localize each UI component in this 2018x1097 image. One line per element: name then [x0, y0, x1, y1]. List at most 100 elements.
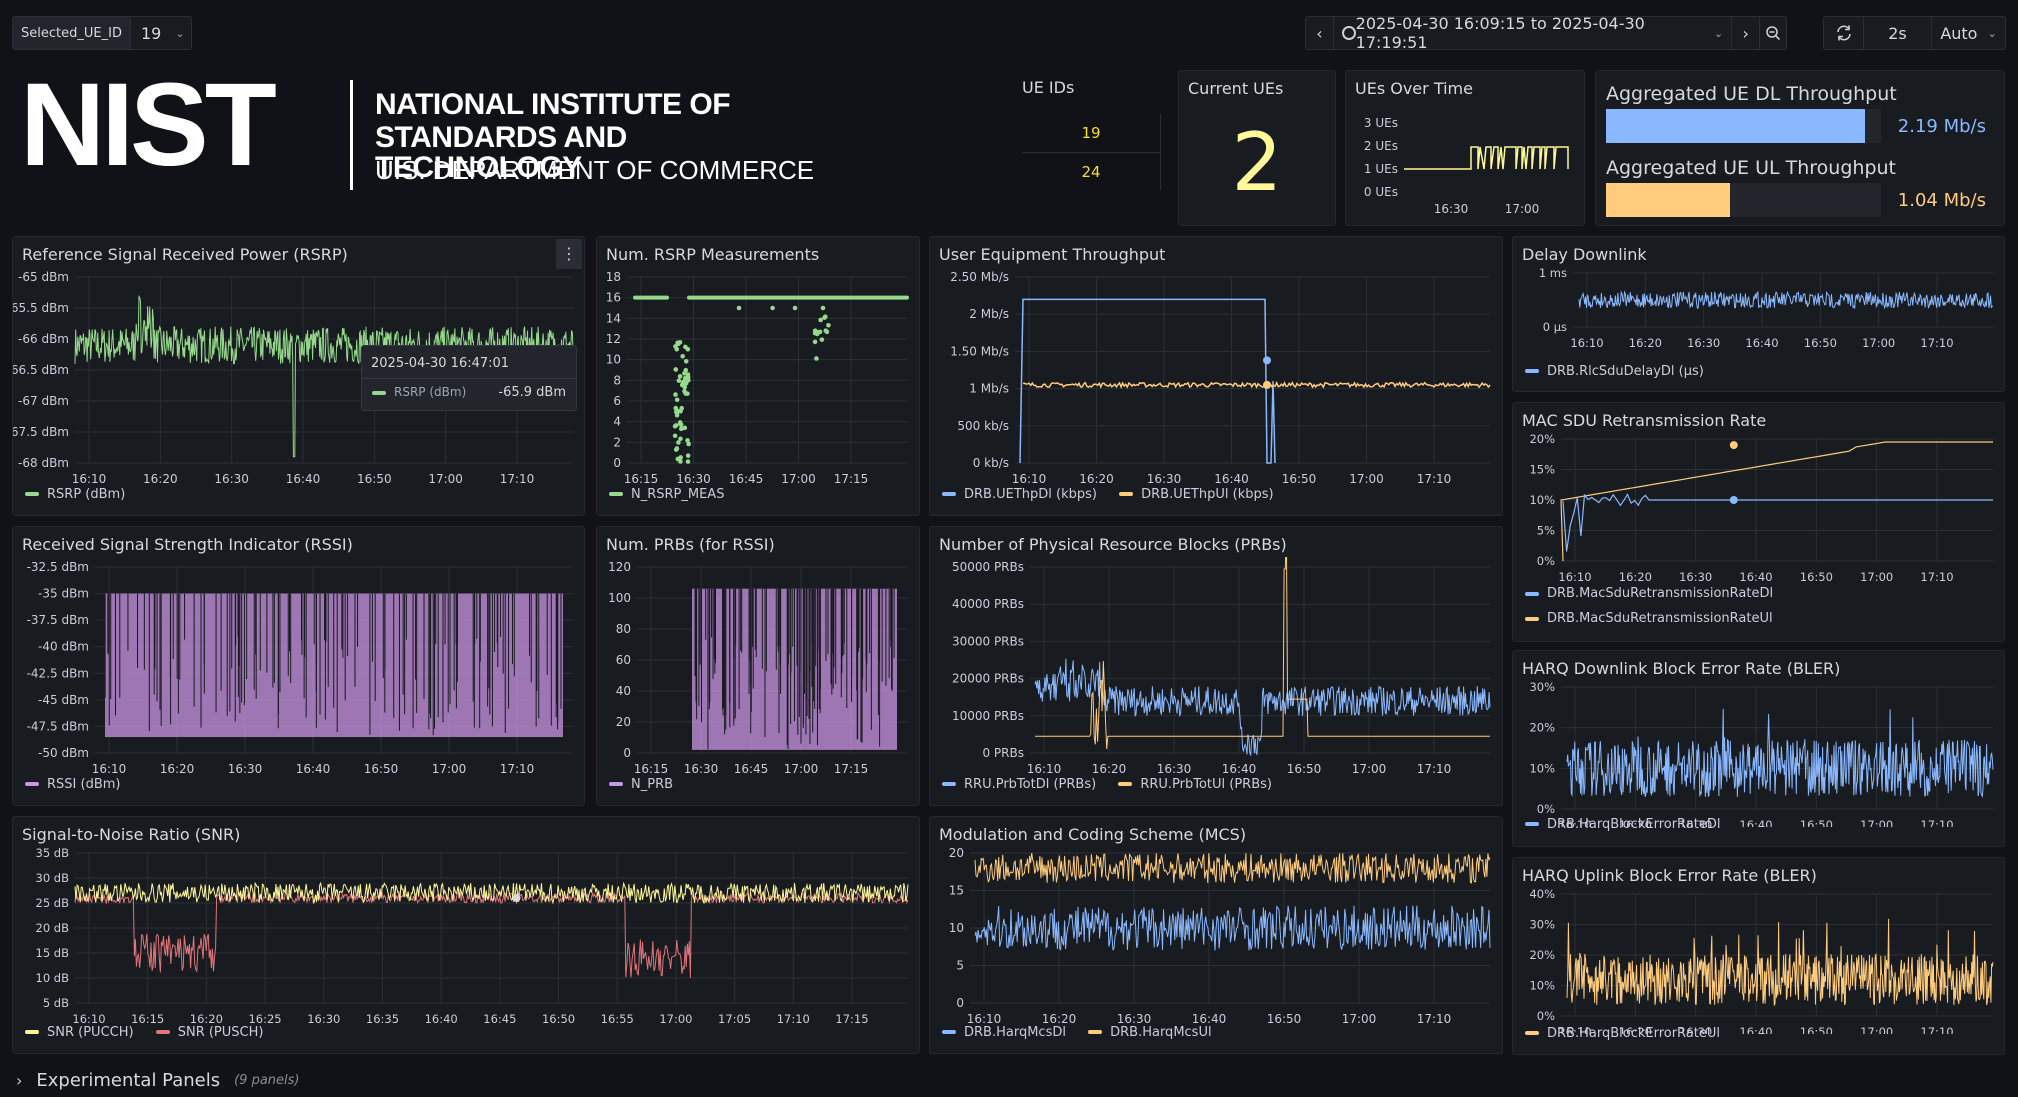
x-tick-label: 16:40	[1739, 1025, 1772, 1034]
legend-item[interactable]: N_RSRP_MEAS	[609, 487, 724, 502]
legend-item[interactable]: N_PRB	[609, 777, 673, 792]
x-tick-label: 16:20	[143, 472, 178, 486]
x-tick-label: 17:10	[1417, 472, 1452, 486]
dl-throughput-label: Aggregated UE DL Throughput	[1606, 83, 1897, 105]
x-tick-label: 16:50	[1287, 762, 1322, 776]
dl-throughput-bar	[1606, 109, 1865, 143]
x-tick-label: 17:10	[777, 1012, 810, 1026]
y-tick-label: 1 UEs	[1364, 162, 1398, 176]
mac-retx-chart: 20% 15% 10% 5% 0%16:10 16:20 16:30 16:40 16:50 17…	[1529, 432, 1993, 584]
legend-item[interactable]: RRU.PrbTotUl (PRBs)	[1118, 777, 1272, 792]
measurement-point	[820, 305, 826, 311]
mcs-chart: 2015105016:10 16:20 16:30 16:40 16:50 17:00 17…	[949, 846, 1491, 1026]
x-tick-label: 16:20	[1629, 336, 1662, 350]
time-range-picker[interactable]: 2025-04-30 16:09:15 to 2025-04-30 17:19:…	[1334, 14, 1733, 52]
legend-item[interactable]: DRB.RlcSduDelayDl (µs)	[1525, 364, 1704, 379]
measurement-point	[673, 392, 678, 397]
tooltip-time: 2025-04-30 16:47:01	[371, 356, 510, 371]
legend-item[interactable]: DRB.UEThpUl (kbps)	[1119, 487, 1274, 502]
y-tick-label: 15	[949, 884, 964, 898]
ue-id-row: 19	[1022, 114, 1160, 153]
delay-dl-panel: Delay Downlink 1 ms 0 µs 16:10 16:20 16:30 16…	[1512, 236, 2005, 392]
y-tick-label: 18	[606, 270, 621, 284]
legend-item[interactable]: SNR (PUCCH)	[25, 1025, 134, 1040]
measurement-point	[792, 305, 798, 311]
legend-item[interactable]: DRB.MacSduRetransmissionRateDl	[1525, 586, 1773, 601]
x-tick-label: 17:10	[1920, 1025, 1953, 1034]
x-tick-label: 16:50	[1282, 472, 1317, 486]
x-tick-label: 16:30	[676, 472, 711, 486]
x-tick-label: 17:10	[500, 472, 535, 486]
measurement-point	[673, 367, 679, 372]
measurement-point	[682, 388, 687, 394]
tooltip-value: -65.9 dBm	[498, 385, 566, 400]
y-tick-label: -67.5 dBm	[13, 425, 69, 439]
measurement-point	[770, 305, 775, 311]
legend-item[interactable]: DRB.HarqMcsUl	[1088, 1025, 1212, 1040]
x-tick-label: 17:00	[781, 472, 816, 486]
refresh-interval[interactable]: 2s	[1864, 17, 1932, 49]
x-tick-label: 16:20	[1079, 472, 1114, 486]
refresh-button[interactable]	[1824, 17, 1864, 49]
y-tick-label: -66 dBm	[18, 332, 69, 346]
variable-selector[interactable]: Selected_UE_ID 19 ⌄	[12, 16, 192, 50]
measurement-point	[678, 426, 684, 432]
time-back-button[interactable]: ‹	[1306, 17, 1334, 49]
ue-throughput-chart: 2.50 Mb/s 2 Mb/s 1.50 Mb/s 1 Mb/s 500 kb/s 0 …	[950, 270, 1491, 486]
x-tick-label: 16:30	[214, 472, 249, 486]
panel-title: MAC SDU Retransmission Rate	[1522, 411, 1767, 430]
measurement-point	[823, 328, 829, 333]
x-tick-label: 16:30	[228, 762, 263, 776]
x-tick-label: 16:35	[366, 1012, 399, 1026]
x-tick-label: 16:15	[624, 472, 659, 486]
legend-item[interactable]: SNR (PUSCH)	[155, 1025, 263, 1040]
x-tick-label: 16:30	[684, 762, 719, 776]
y-tick-label: 100	[608, 591, 631, 605]
legend-item[interactable]: DRB.UEThpDl (kbps)	[942, 487, 1097, 502]
y-tick-label: 40000 PRBs	[952, 597, 1024, 611]
hover-point	[512, 894, 521, 902]
y-tick-label: 5 dB	[43, 996, 69, 1010]
y-tick-label: -47.5 dBm	[27, 719, 89, 733]
mac-retx-panel: MAC SDU Retransmission Rate 20% 15% 10% 5% 0…	[1512, 402, 2005, 642]
harq-ul-chart: 40%30%20%10%0%16:10 16:20 16:30 16:40 16:50 1…	[1529, 887, 1994, 1034]
time-forward-button[interactable]: ›	[1732, 17, 1761, 49]
y-tick-label: 0	[956, 996, 964, 1010]
x-tick-label: 17:15	[834, 762, 869, 776]
zoom-out-button[interactable]	[1760, 17, 1786, 49]
legend-item[interactable]: RSRP (dBm)	[25, 487, 125, 502]
measurement-point	[814, 356, 819, 361]
legend-item[interactable]: RSSI (dBm)	[25, 777, 120, 792]
measurement-point	[686, 441, 691, 447]
measurement-point	[683, 358, 689, 364]
chart-legend: SNR (PUCCH) SNR (PUSCH)	[25, 1023, 281, 1040]
panel-title: Modulation and Coding Scheme (MCS)	[939, 825, 1247, 844]
panel-menu-button[interactable]: ⋮	[556, 239, 582, 269]
chart-legend: DRB.MacSduRetransmissionRateDl DRB.MacSd…	[1525, 586, 1791, 636]
chart-legend: DRB.HarqMcsDl DRB.HarqMcsUl	[942, 1023, 1230, 1040]
measurement-point	[675, 456, 681, 462]
y-tick-label: -65 dBm	[18, 270, 69, 284]
num-rsrp-panel: Num. RSRP Measurements 18 16 14 12 10 8 6 4 2 0 16…	[596, 236, 920, 516]
y-tick-label: 0	[623, 746, 631, 760]
legend-item[interactable]: DRB.HarqBlockErrorRateUl	[1525, 1026, 1720, 1041]
measurement-point	[818, 317, 823, 323]
mcs-ul-line	[974, 852, 1491, 884]
legend-item[interactable]: DRB.HarqMcsDl	[942, 1025, 1066, 1040]
variable-value-dropdown[interactable]: 19 ⌄	[131, 17, 191, 49]
y-tick-label: 12	[606, 332, 621, 346]
y-tick-label: 15%	[1529, 463, 1555, 477]
rsrp-panel: Reference Signal Received Power (RSRP) ⋮…	[12, 236, 585, 516]
legend-item[interactable]: RRU.PrbTotDl (PRBs)	[942, 777, 1096, 792]
x-tick-label: 17:00	[1860, 570, 1893, 584]
tooltip-series: RSRP (dBm)	[394, 385, 467, 399]
x-tick-label: 16:40	[1739, 570, 1772, 584]
legend-item[interactable]: DRB.MacSduRetransmissionRateUl	[1525, 611, 1773, 626]
legend-item[interactable]: DRB.HarqBlockErrorRateDl	[1525, 817, 1720, 832]
y-tick-label: 3 UEs	[1364, 116, 1398, 130]
y-tick-label: -35 dBm	[38, 587, 89, 601]
x-tick-label: 16:45	[734, 762, 769, 776]
refresh-mode-dropdown[interactable]: Auto ⌄	[1932, 17, 2005, 49]
experimental-panels-row[interactable]: › Experimental Panels (9 panels)	[16, 1068, 300, 1092]
measurement-point	[676, 378, 682, 383]
